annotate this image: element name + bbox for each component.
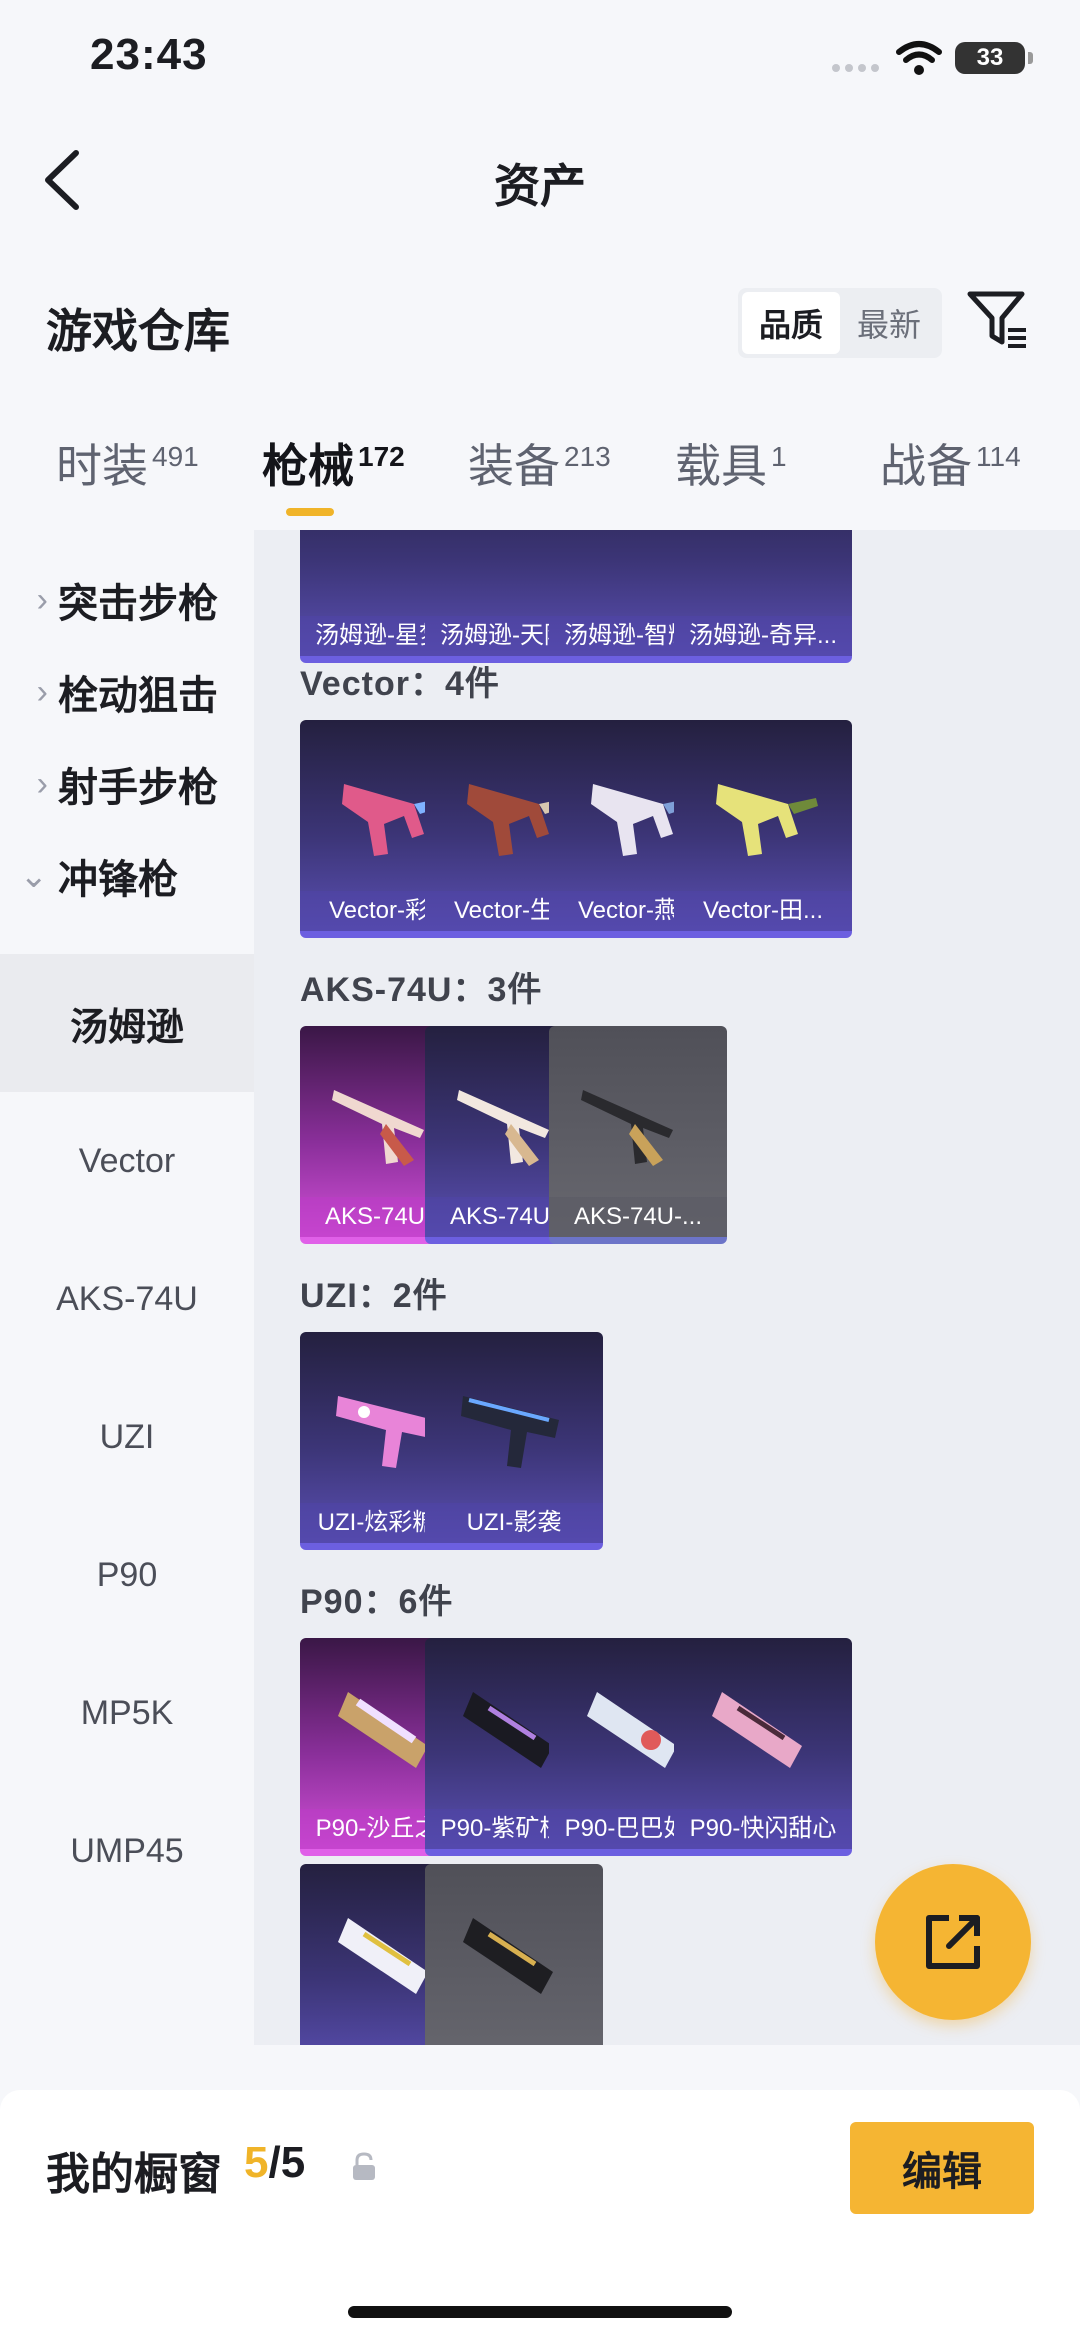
sidebar: › 突击步枪 › 栓动狙击 › 射手步枪 ⌄ 冲锋枪 汤姆逊 Vector AKS-74… xyxy=(0,530,254,2085)
sidebar-cat-assault-rifle[interactable]: › 突击步枪 xyxy=(0,550,254,650)
item-card[interactable]: UZI-影袭 xyxy=(425,1332,603,1550)
sidebar-item-mp5k[interactable]: MP5K xyxy=(0,1644,254,1782)
sidebar-item-ump45[interactable]: UMP45 xyxy=(0,1782,254,1920)
showcase-bar: 我的橱窗 5/5 编辑 xyxy=(0,2090,1080,2339)
item-card[interactable] xyxy=(425,1864,603,2045)
chevron-down-icon: ⌄ xyxy=(19,857,49,895)
gun-icon xyxy=(581,1090,673,1166)
status-time: 23:43 xyxy=(90,30,208,79)
group-title-p90: P90：6件 xyxy=(300,1583,454,1621)
sort-newest-button[interactable]: 最新 xyxy=(840,292,938,354)
wifi-icon xyxy=(896,41,942,75)
tab-supplies[interactable]: 战备 114 xyxy=(880,430,1021,496)
filter-icon[interactable] xyxy=(966,288,1030,352)
item-card[interactable]: P90-快闪甜心 xyxy=(674,1638,852,1856)
group-title-aks74u: AKS-74U：3件 xyxy=(300,971,543,1009)
category-tabs: 时装 491 枪械 172 装备 213 载具 1 战备 114 xyxy=(0,430,1080,530)
tab-fashion[interactable]: 时装 491 xyxy=(56,430,199,496)
sidebar-item-aks74u[interactable]: AKS-74U xyxy=(0,1230,254,1368)
gun-icon xyxy=(712,1692,802,1768)
tab-firearms[interactable]: 枪械 172 xyxy=(262,430,405,496)
status-bar: 23:43 33 xyxy=(0,0,1080,120)
page-title: 资产 xyxy=(494,160,586,212)
sort-toggle: 品质 最新 xyxy=(738,288,942,358)
item-card[interactable]: AKS-74U-... xyxy=(549,1026,727,1244)
item-card[interactable]: Vector-田... xyxy=(674,720,852,938)
share-icon xyxy=(926,1915,980,1969)
tab-vehicles[interactable]: 载具 1 xyxy=(675,430,787,496)
item-card[interactable]: 汤姆逊-奇异... xyxy=(674,530,852,663)
item-grid: 汤姆逊-星梦... 汤姆逊-天降... 汤姆逊-智耀... 汤姆逊-奇异... … xyxy=(254,530,1080,2045)
sidebar-cat-bolt-sniper[interactable]: › 栓动狙击 xyxy=(0,642,254,742)
tab-indicator xyxy=(286,508,334,516)
chevron-right-icon: › xyxy=(36,764,48,803)
lock-icon xyxy=(353,2152,375,2180)
showcase-count: 5/5 xyxy=(244,2138,306,2187)
sidebar-item-p90[interactable]: P90 xyxy=(0,1506,254,1644)
sort-quality-button[interactable]: 品质 xyxy=(742,292,840,354)
group-title-vector: Vector：4件 xyxy=(300,665,500,703)
sidebar-cat-marksman-rifle[interactable]: › 射手步枪 xyxy=(0,734,254,834)
home-indicator xyxy=(348,2306,732,2318)
share-button[interactable] xyxy=(875,1864,1031,2020)
tab-equipment[interactable]: 装备 213 xyxy=(468,430,611,496)
edit-button[interactable]: 编辑 xyxy=(850,2122,1034,2214)
gun-icon xyxy=(461,1396,559,1468)
warehouse-title: 游戏仓库 xyxy=(46,305,230,357)
chevron-right-icon: › xyxy=(36,672,48,711)
signal-icon xyxy=(832,64,882,74)
chevron-right-icon: › xyxy=(36,580,48,619)
group-title-uzi: UZI：2件 xyxy=(300,1277,448,1315)
gun-icon xyxy=(463,1918,553,1994)
gun-icon xyxy=(716,784,818,856)
sidebar-cat-smg[interactable]: ⌄ 冲锋枪 xyxy=(0,826,254,926)
sidebar-item-vector[interactable]: Vector xyxy=(0,1092,254,1230)
sidebar-item-thompson[interactable]: 汤姆逊 xyxy=(0,954,254,1092)
showcase-label: 我的橱窗 xyxy=(46,2150,222,2199)
battery-icon: 33 xyxy=(955,42,1033,74)
sidebar-item-uzi[interactable]: UZI xyxy=(0,1368,254,1506)
